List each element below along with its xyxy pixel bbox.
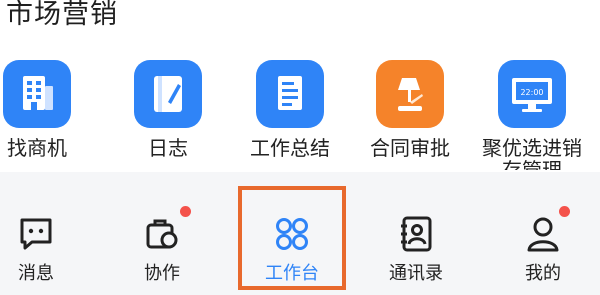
app-screen: 市场营销 找商机 日志 工作总结 合同审批 22:00 聚优选进销 消息 协作 … (0, 0, 600, 295)
app-label: 日志 (148, 136, 188, 160)
app-label: 聚优选进销 (482, 136, 582, 160)
app-work-summary[interactable]: 工作总结 (240, 60, 340, 160)
highlight-box (238, 186, 346, 290)
tab-profile[interactable]: 我的 (483, 172, 600, 295)
tab-label: 消息 (18, 263, 54, 284)
tab-label: 协作 (144, 263, 180, 284)
app-inventory-management[interactable]: 22:00 聚优选进销 存管理 (482, 60, 582, 170)
app-label: 合同审批 (370, 136, 450, 160)
collaborate-icon (142, 206, 191, 254)
monitor-icon: 22:00 (498, 60, 566, 128)
tab-label: 我的 (525, 263, 561, 284)
section-title: 市场营销 (6, 0, 118, 30)
profile-icon (523, 206, 570, 254)
tab-collaborate[interactable]: 协作 (102, 172, 222, 295)
tab-label: 通讯录 (389, 263, 443, 284)
app-label-line2: 存管理 (482, 160, 582, 170)
badge-dot (180, 206, 191, 217)
lamp-icon (376, 60, 444, 128)
contacts-icon (396, 214, 436, 254)
tab-contacts[interactable]: 通讯录 (356, 172, 476, 295)
app-label: 工作总结 (250, 136, 330, 160)
app-journal[interactable]: 日志 (118, 60, 218, 160)
building-icon (3, 60, 71, 128)
tab-messages[interactable]: 消息 (0, 172, 96, 295)
app-contract-approval[interactable]: 合同审批 (360, 60, 460, 160)
journal-icon (134, 60, 202, 128)
document-icon (256, 60, 324, 128)
message-icon (16, 214, 56, 254)
app-grid: 找商机 日志 工作总结 合同审批 22:00 聚优选进销 (0, 60, 600, 170)
svg-text:22:00: 22:00 (520, 88, 543, 97)
app-label: 找商机 (7, 136, 67, 160)
badge-dot (559, 206, 570, 217)
app-find-opportunity[interactable]: 找商机 (0, 60, 87, 160)
